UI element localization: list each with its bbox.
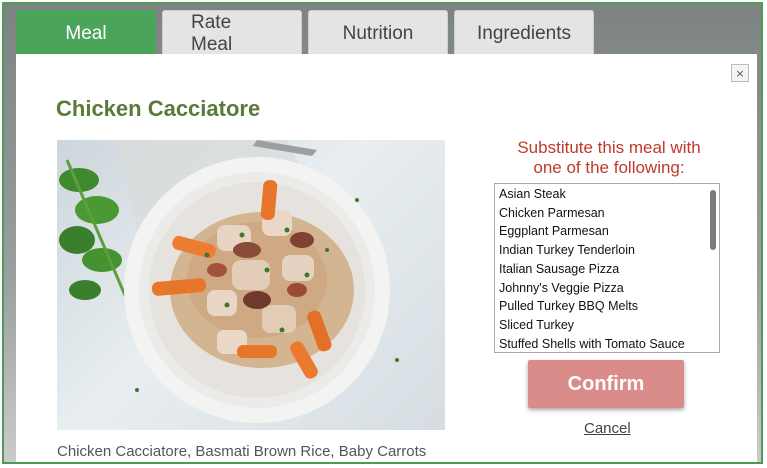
listbox-option[interactable]: Pulled Turkey BBQ Melts [499, 297, 719, 316]
substitute-heading: Substitute this meal with one of the fol… [494, 138, 724, 178]
confirm-button[interactable]: Confirm [528, 360, 684, 408]
parsley [59, 159, 129, 301]
substitute-heading-line2: one of the following: [533, 158, 685, 177]
listbox-option[interactable]: Asian Steak [499, 185, 719, 204]
listbox-option[interactable]: Sliced Turkey [499, 316, 719, 335]
listbox-option[interactable]: Chicken Parmesan [499, 204, 719, 223]
tab-rate-meal[interactable]: Rate Meal [162, 10, 302, 56]
listbox-option[interactable]: Eggplant Parmesan [499, 222, 719, 241]
cancel-link[interactable]: Cancel [584, 420, 631, 437]
listbox-option[interactable]: Indian Turkey Tenderloin [499, 241, 719, 260]
tab-bar: Meal Rate Meal Nutrition Ingredients [16, 10, 594, 58]
listbox-scrollbar[interactable] [710, 190, 716, 250]
meal-photo-illustration [59, 140, 399, 423]
tab-meal[interactable]: Meal [16, 10, 156, 56]
close-icon: × [735, 66, 745, 80]
meal-photo [57, 140, 445, 430]
tab-ingredients[interactable]: Ingredients [454, 10, 594, 56]
tab-nutrition[interactable]: Nutrition [308, 10, 448, 56]
meal-caption: Chicken Cacciatore, Basmati Brown Rice, … [57, 443, 427, 460]
listbox-option[interactable]: Johnny's Veggie Pizza [499, 279, 719, 298]
close-button[interactable]: × [731, 64, 749, 82]
meal-modal: × Chicken Cacciatore Chicken Cacciatore,… [16, 54, 757, 462]
listbox-option[interactable]: Stuffed Shells with Tomato Sauce [499, 335, 719, 352]
substitute-listbox[interactable]: Asian Steak Chicken Parmesan Eggplant Pa… [494, 183, 720, 353]
meal-title: Chicken Cacciatore [56, 96, 261, 121]
app-frame: Meal Rate Meal Nutrition Ingredients × C… [2, 2, 763, 464]
substitute-heading-line1: Substitute this meal with [517, 138, 701, 157]
listbox-option[interactable]: Italian Sausage Pizza [499, 260, 719, 279]
